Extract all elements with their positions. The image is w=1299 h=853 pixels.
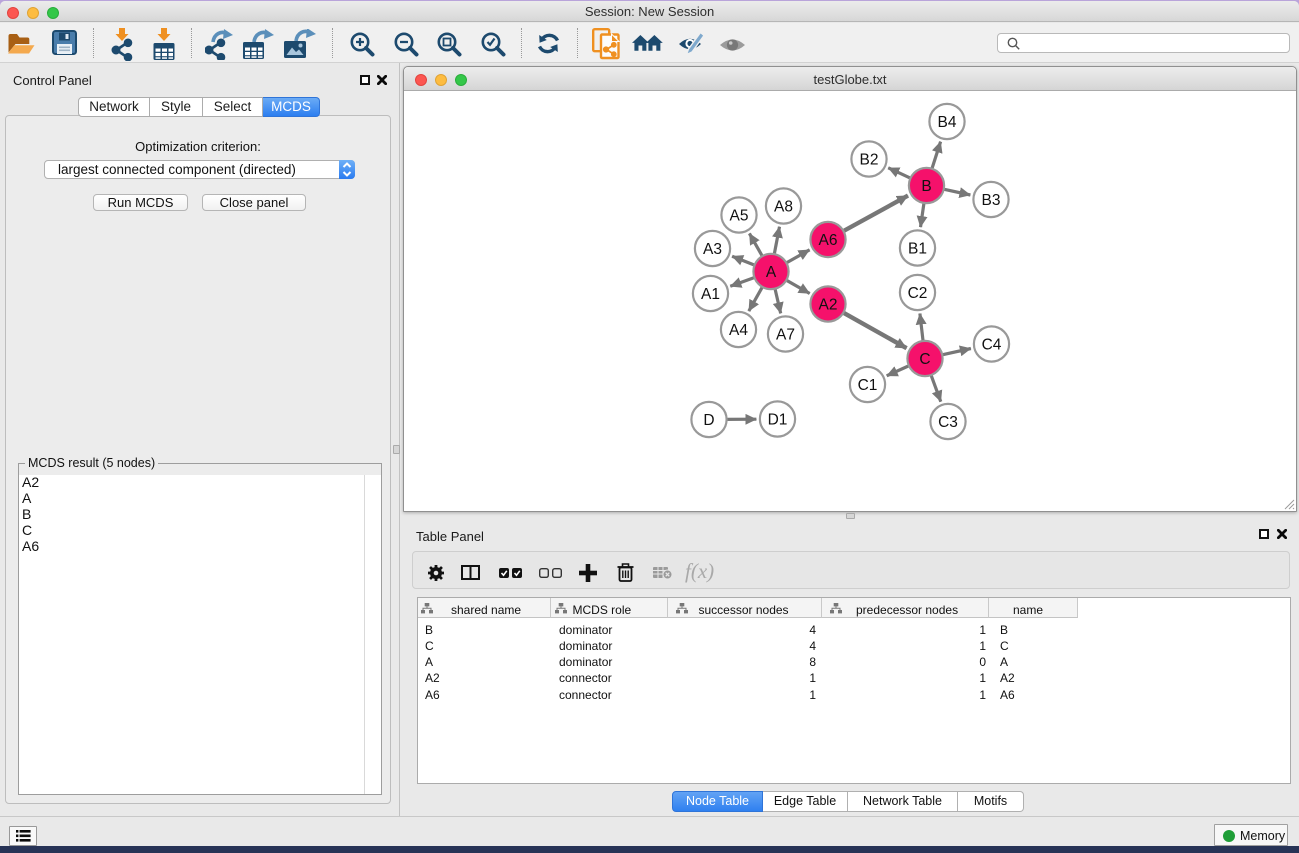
svg-text:B4: B4 [938, 114, 957, 131]
svg-text:C2: C2 [908, 285, 928, 302]
svg-text:D1: D1 [768, 412, 788, 429]
svg-text:C3: C3 [938, 414, 958, 431]
svg-text:C: C [919, 351, 930, 368]
svg-text:A4: A4 [729, 322, 748, 339]
svg-text:B3: B3 [982, 192, 1001, 209]
svg-text:C1: C1 [858, 377, 878, 394]
svg-text:A5: A5 [730, 208, 749, 225]
svg-text:B1: B1 [908, 241, 927, 258]
svg-text:A3: A3 [703, 241, 722, 258]
svg-text:B2: B2 [860, 152, 879, 169]
svg-text:C4: C4 [982, 337, 1002, 354]
svg-text:A: A [766, 264, 777, 281]
svg-text:A1: A1 [701, 286, 720, 303]
svg-text:B: B [921, 178, 931, 195]
svg-text:A8: A8 [774, 199, 793, 216]
svg-text:D: D [703, 412, 714, 429]
svg-text:A2: A2 [819, 297, 838, 314]
svg-text:A6: A6 [819, 232, 838, 249]
svg-text:A7: A7 [776, 327, 795, 344]
